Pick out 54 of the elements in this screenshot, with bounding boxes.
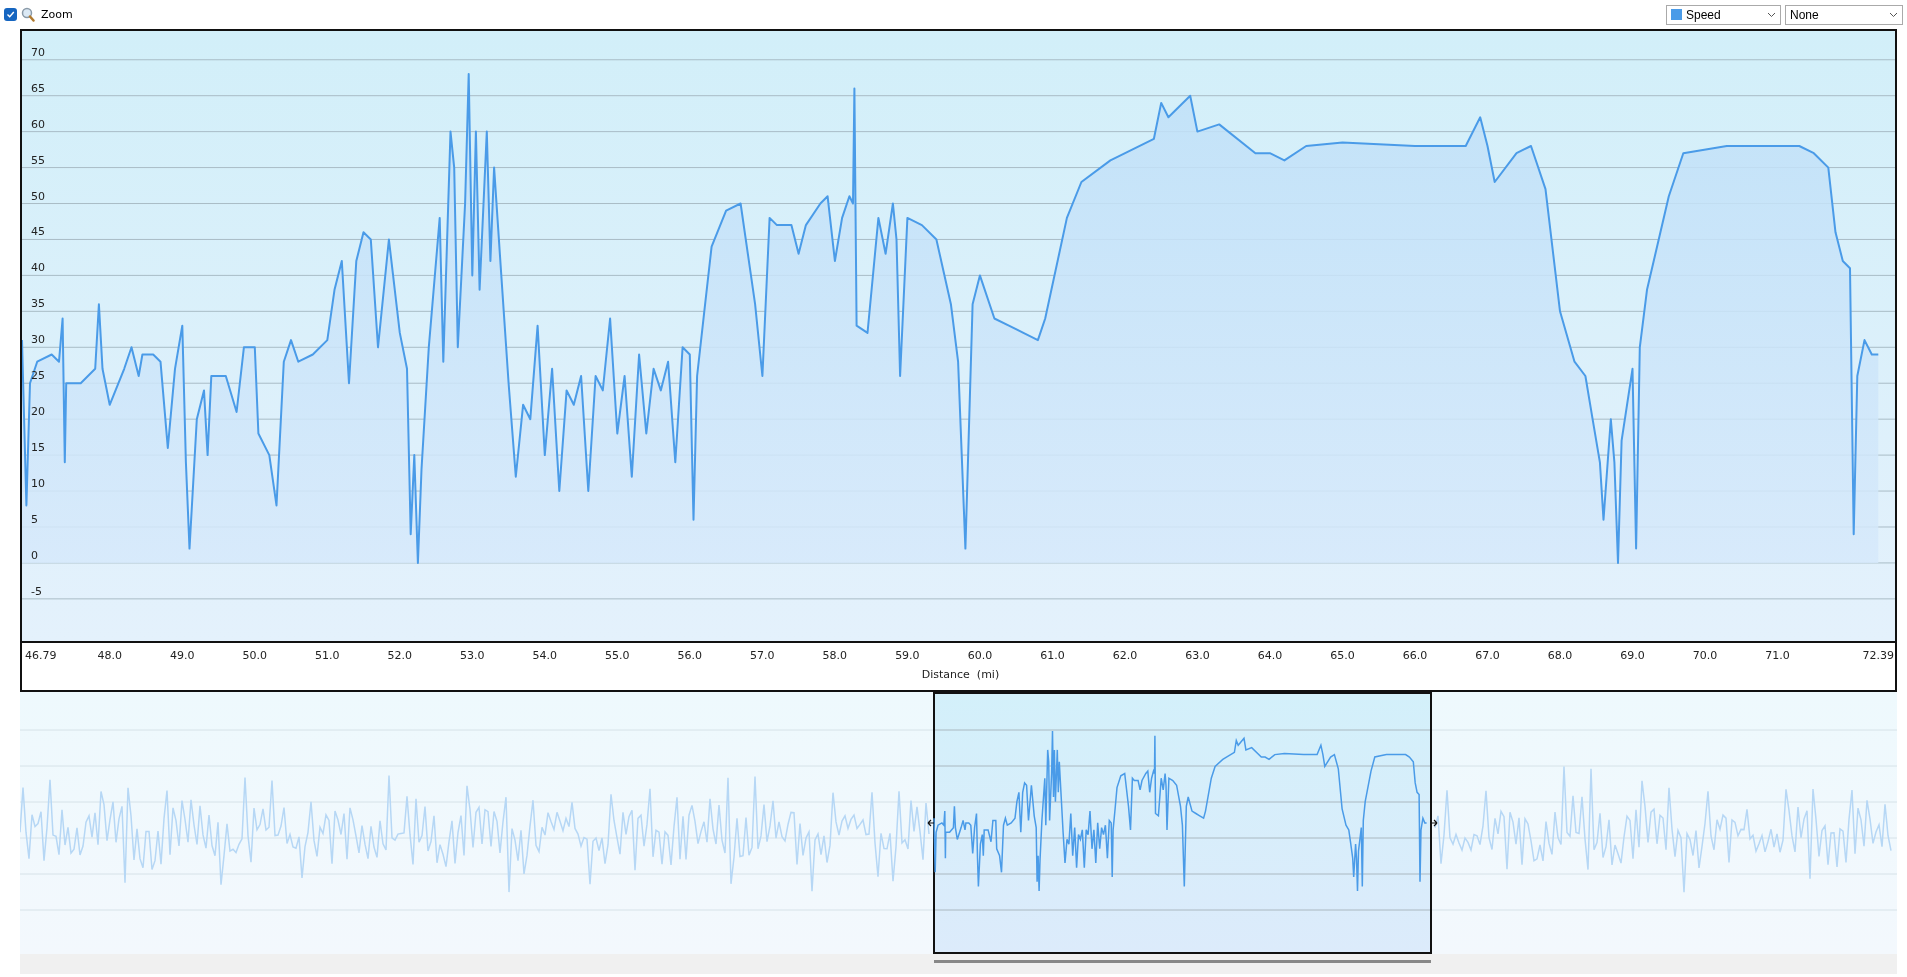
x-tick-label: 50.0 [242,649,267,662]
x-tick-label: 46.79 [25,649,57,662]
x-tick-label: 62.0 [1112,649,1138,662]
y-tick-label: 5 [31,513,38,526]
y-tick-label: 70 [31,45,45,59]
x-tick-label: 56.0 [677,649,703,662]
x-axis-title: Distance (mi) [921,668,1000,681]
x-tick-label: 69.0 [1620,649,1645,662]
y-tick-label: 65 [31,81,45,95]
y-tick-label: 50 [31,189,45,203]
scrollbar-track[interactable] [20,954,1897,974]
y-tick-label: 30 [31,333,45,347]
x-tick-label: 71.0 [1765,649,1790,662]
selection-window[interactable] [933,692,1432,954]
y-tick-label: -5 [31,584,42,598]
x-tick-label: 65.0 [1330,649,1355,662]
series-dropdown[interactable]: Speed [1666,4,1781,25]
y-tick-label: 35 [31,297,45,311]
x-tick-label: 68.0 [1547,649,1573,662]
x-tick-label: 54.0 [532,649,558,662]
zoom-label: Zoom [41,8,73,21]
scrollbar-thumb[interactable] [934,960,1431,963]
y-tick-label: 55 [31,153,45,167]
x-tick-label: 72.39 [1862,649,1895,662]
y-tick-label: 60 [31,117,45,131]
x-tick-label: 48.0 [97,649,122,662]
x-tick-label: 49.0 [170,649,195,662]
x-tick-label: 51.0 [315,649,340,662]
y-tick-label: 40 [31,261,45,275]
x-tick-label: 63.0 [1185,649,1210,662]
chevron-down-icon [1767,11,1776,18]
x-tick-label: 52.0 [387,649,413,662]
chevron-down-icon [1889,11,1898,18]
y-tick-label: 15 [31,441,45,455]
x-tick-label: 57.0 [750,649,775,662]
zoom-checkbox[interactable] [4,8,17,21]
x-tick-label: 66.0 [1402,649,1428,662]
y-tick-label: 10 [31,477,45,491]
magnifier-icon [21,7,35,22]
x-tick-label: 67.0 [1475,649,1500,662]
x-tick-label: 70.0 [1692,649,1718,662]
series-dropdown[interactable]: None [1785,4,1903,25]
x-tick-label: 61.0 [1040,649,1065,662]
y-tick-label: 45 [31,225,45,239]
right-handle-icon[interactable] [1430,819,1438,827]
x-tick-label: 59.0 [895,649,920,662]
x-tick-label: 55.0 [605,649,630,662]
y-tick-label: 20 [31,405,45,419]
x-tick-label: 60.0 [967,649,993,662]
left-handle-icon[interactable] [927,819,935,827]
x-tick-label: 58.0 [822,649,848,662]
x-tick-label: 64.0 [1257,649,1283,662]
y-tick-label: 0 [31,548,38,562]
x-tick-label: 53.0 [460,649,485,662]
